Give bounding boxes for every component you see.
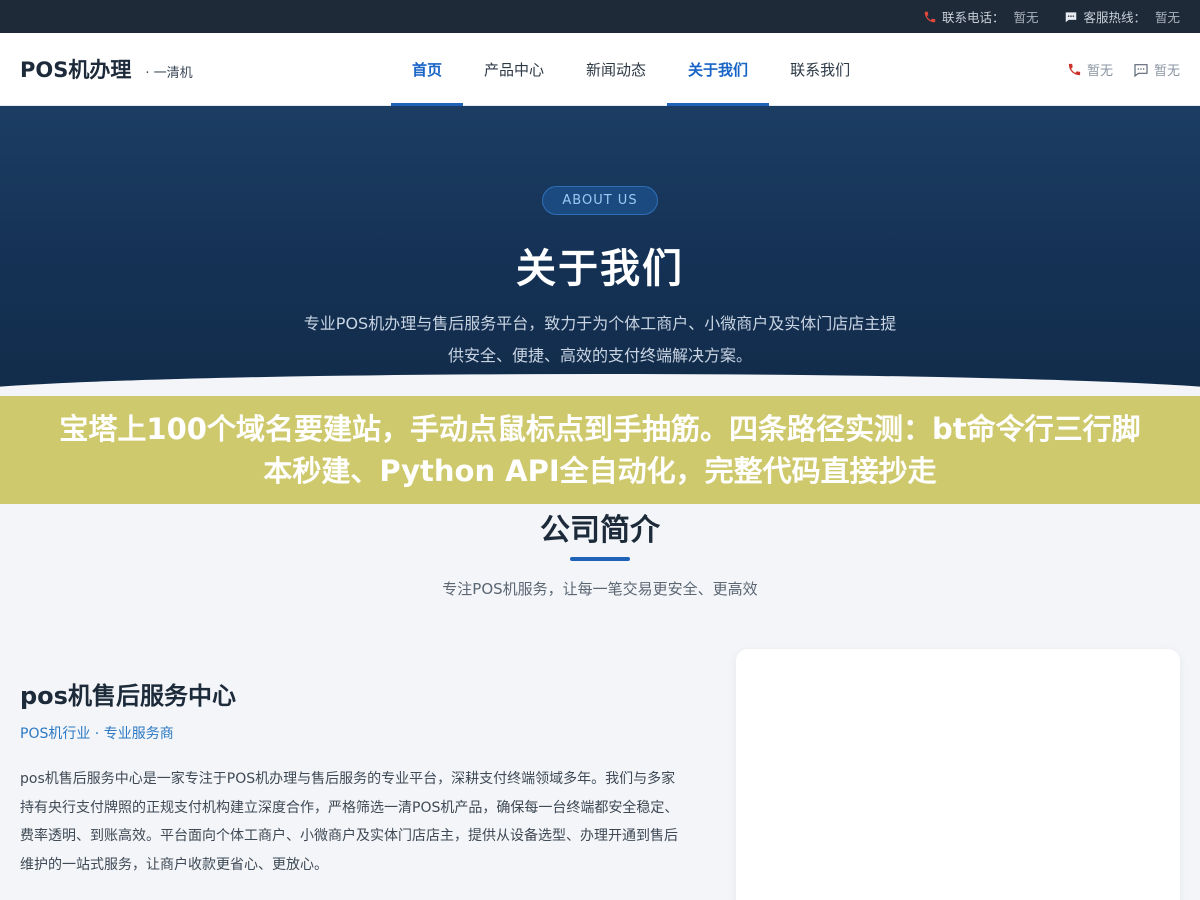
phone-icon (1068, 63, 1081, 76)
main-nav: 首页 产品中心 新闻动态 关于我们 联系我们 (391, 33, 871, 106)
topbar-phone[interactable]: 联系电话： 暂无 (923, 7, 1039, 26)
section-subtitle: 专注POS机服务，让每一笔交易更安全、更高效 (442, 580, 758, 598)
header-phone[interactable]: 暂无 (1067, 60, 1113, 79)
hero-title: 关于我们 (516, 246, 684, 292)
nav-news[interactable]: 新闻动态 (565, 33, 667, 106)
company-image-card (736, 649, 1180, 900)
company-name: pos机售后服务中心 (20, 682, 236, 710)
about-us-badge: ABOUT US (542, 186, 658, 215)
hero-description: 专业POS机办理与售后服务平台，致力于为个体工商户、小微商户及实体门店店主提供安… (303, 314, 897, 365)
article-title-banner[interactable]: 宝塔上100个域名要建站，手动点鼠标点到手抽筋。四条路径实测：bt命令行三行脚本… (0, 396, 1200, 504)
brand-name: POS机办理 (20, 58, 132, 82)
top-contact-bar: 联系电话： 暂无 客服热线： 暂无 (0, 0, 1200, 33)
nav-about[interactable]: 关于我们 (667, 33, 770, 106)
brand-subtitle: · 一清机 (145, 66, 193, 81)
site-logo[interactable]: POS机办理 · 一清机 (20, 54, 390, 84)
nav-products[interactable]: 产品中心 (463, 33, 565, 106)
banner-text: 宝塔上100个域名要建站，手动点鼠标点到手抽筋。四条路径实测：bt命令行三行脚本… (59, 412, 1141, 488)
nav-home[interactable]: 首页 (391, 33, 464, 106)
topbar-phone-value: 暂无 (1013, 10, 1039, 25)
chat-icon (1134, 63, 1148, 77)
section-title-underline (570, 557, 630, 561)
company-tag: POS机行业 · 专业服务商 (20, 726, 174, 742)
topbar-service[interactable]: 客服热线： 暂无 (1064, 7, 1180, 26)
topbar-phone-label: 联系电话： (941, 10, 1005, 25)
nav-contact[interactable]: 联系我们 (769, 33, 871, 106)
about-hero: ABOUT US 关于我们 专业POS机办理与售后服务平台，致力于为个体工商户、… (0, 106, 1200, 406)
company-intro: pos机售后服务中心 POS机行业 · 专业服务商 pos机售后服务中心是一家专… (20, 676, 685, 879)
phone-icon (924, 11, 936, 22)
header-chat[interactable]: 暂无 (1133, 60, 1180, 79)
header-contact: 暂无 暂无 (1067, 33, 1180, 106)
header-phone-value: 暂无 (1086, 64, 1113, 79)
section-title: 公司简介 (540, 513, 660, 548)
topbar-service-label: 客服热线： (1083, 10, 1146, 25)
header-chat-value: 暂无 (1153, 64, 1180, 79)
topbar-service-value: 暂无 (1154, 10, 1180, 25)
company-description: pos机售后服务中心是一家专注于POS机办理与售后服务的专业平台，深耕支付终端领… (20, 771, 679, 873)
site-header: POS机办理 · 一清机 首页 产品中心 新闻动态 关于我们 联系我们 暂无 暂… (0, 33, 1200, 106)
chat-icon (1066, 11, 1077, 22)
